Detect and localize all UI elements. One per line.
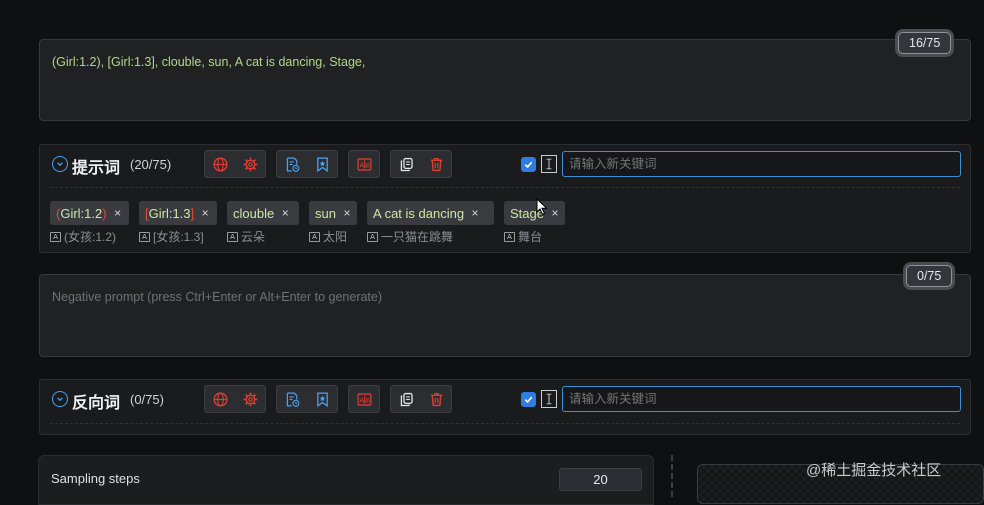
prompt-translate-settings-group xyxy=(204,150,266,178)
tag-remove-icon[interactable]: × xyxy=(547,206,563,220)
translate-tag-icon: A xyxy=(139,231,150,242)
translate-tag-icon: A xyxy=(50,231,61,242)
tag-remove-icon[interactable]: × xyxy=(339,206,355,220)
negative-panel-divider xyxy=(50,423,960,424)
positive-prompt-textarea[interactable] xyxy=(39,39,971,121)
negative-prompt-textarea[interactable] xyxy=(39,274,971,357)
watermark: @稀土掘金技术社区 xyxy=(806,462,942,479)
negative-translate-settings-group xyxy=(204,385,266,413)
negative-translate-tags-group: Aあ xyxy=(348,385,380,413)
trash-icon[interactable] xyxy=(421,386,451,412)
gear-icon[interactable] xyxy=(235,386,265,412)
tag-translation: A 一只猫在跳舞 xyxy=(367,228,453,245)
tag-remove-icon[interactable]: × xyxy=(277,206,293,220)
prompt-section-title: 提示词 xyxy=(72,160,121,177)
prompt-panel-divider xyxy=(50,187,960,188)
negative-prompt-placeholder: Negative prompt (press Ctrl+Enter or Alt… xyxy=(52,290,383,304)
mouse-pointer-icon xyxy=(536,197,548,221)
gear-icon[interactable] xyxy=(235,151,265,177)
tag-translation: A 太阳 xyxy=(309,228,347,245)
negative-copy-delete-group xyxy=(390,385,452,413)
tag-label: Girl:1.2 xyxy=(60,205,103,221)
translate-tag-icon: A xyxy=(367,231,378,242)
text-cursor-icon[interactable] xyxy=(541,155,557,173)
tag-remove-icon[interactable]: × xyxy=(197,206,213,220)
sampling-steps-label: Sampling steps xyxy=(51,471,140,486)
tag-translation: A 舞台 xyxy=(504,228,542,245)
translate-tag-icon: A xyxy=(309,231,320,242)
tag-chip[interactable]: sun × xyxy=(309,201,357,225)
prompt-copy-delete-group xyxy=(390,150,452,178)
positive-token-counter: 16/75 xyxy=(898,32,952,54)
bookmark-icon[interactable] xyxy=(307,151,337,177)
negative-history-favorites-group xyxy=(276,385,338,413)
tag-remove-icon[interactable]: × xyxy=(467,206,483,220)
translate-tags-icon[interactable]: Aあ xyxy=(349,386,379,412)
globe-icon[interactable] xyxy=(205,386,235,412)
negative-token-count: (0/75) xyxy=(130,392,164,407)
tag-label: clouble xyxy=(233,205,275,221)
tag-chip[interactable]: clouble × xyxy=(227,201,299,225)
prompt-history-favorites-group xyxy=(276,150,338,178)
tag-chip[interactable]: [Girl:1.3] × xyxy=(139,201,217,225)
tag-label: Girl:1.3 xyxy=(148,205,191,221)
svg-text:あ: あ xyxy=(364,397,370,404)
tag-remove-icon[interactable]: × xyxy=(110,206,126,220)
tag-label: sun xyxy=(315,205,336,221)
trash-icon[interactable] xyxy=(421,151,451,177)
prompt-token-count: (20/75) xyxy=(130,157,172,172)
column-divider xyxy=(671,455,673,497)
tag-chip[interactable]: Stage × xyxy=(504,201,565,225)
svg-text:あ: あ xyxy=(364,162,370,169)
tag-label: A cat is dancing xyxy=(373,205,465,221)
translate-tag-icon: A xyxy=(504,231,515,242)
negative-section-title: 反向词 xyxy=(72,395,121,412)
collapse-negative-icon[interactable] xyxy=(52,391,68,407)
history-icon[interactable] xyxy=(277,151,307,177)
prompt-translate-tags-group: Aあ xyxy=(348,150,380,178)
prompt-enable-checkbox[interactable] xyxy=(521,157,536,172)
tag-chip[interactable]: (Girl:1.2) × xyxy=(50,201,129,225)
translate-tags-icon[interactable]: Aあ xyxy=(349,151,379,177)
negative-keyword-input[interactable] xyxy=(562,386,961,412)
bookmark-icon[interactable] xyxy=(307,386,337,412)
copy-icon[interactable] xyxy=(391,386,421,412)
tag-chip[interactable]: A cat is dancing × xyxy=(367,201,494,225)
negative-enable-checkbox[interactable] xyxy=(521,392,536,407)
prompt-keyword-input[interactable] xyxy=(562,151,961,177)
negative-token-counter: 0/75 xyxy=(906,265,953,287)
copy-icon[interactable] xyxy=(391,151,421,177)
tag-translation: A [女孩:1.3] xyxy=(139,228,204,245)
tag-translation: A 云朵 xyxy=(227,228,265,245)
collapse-prompt-icon[interactable] xyxy=(52,156,68,172)
sampling-steps-input[interactable]: 20 xyxy=(559,468,642,491)
history-icon[interactable] xyxy=(277,386,307,412)
positive-prompt-text[interactable]: (Girl:1.2), [Girl:1.3], clouble, sun, A … xyxy=(52,55,365,69)
tag-translation: A (女孩:1.2) xyxy=(50,228,116,245)
text-cursor-icon[interactable] xyxy=(541,390,557,408)
globe-icon[interactable] xyxy=(205,151,235,177)
translate-tag-icon: A xyxy=(227,231,238,242)
